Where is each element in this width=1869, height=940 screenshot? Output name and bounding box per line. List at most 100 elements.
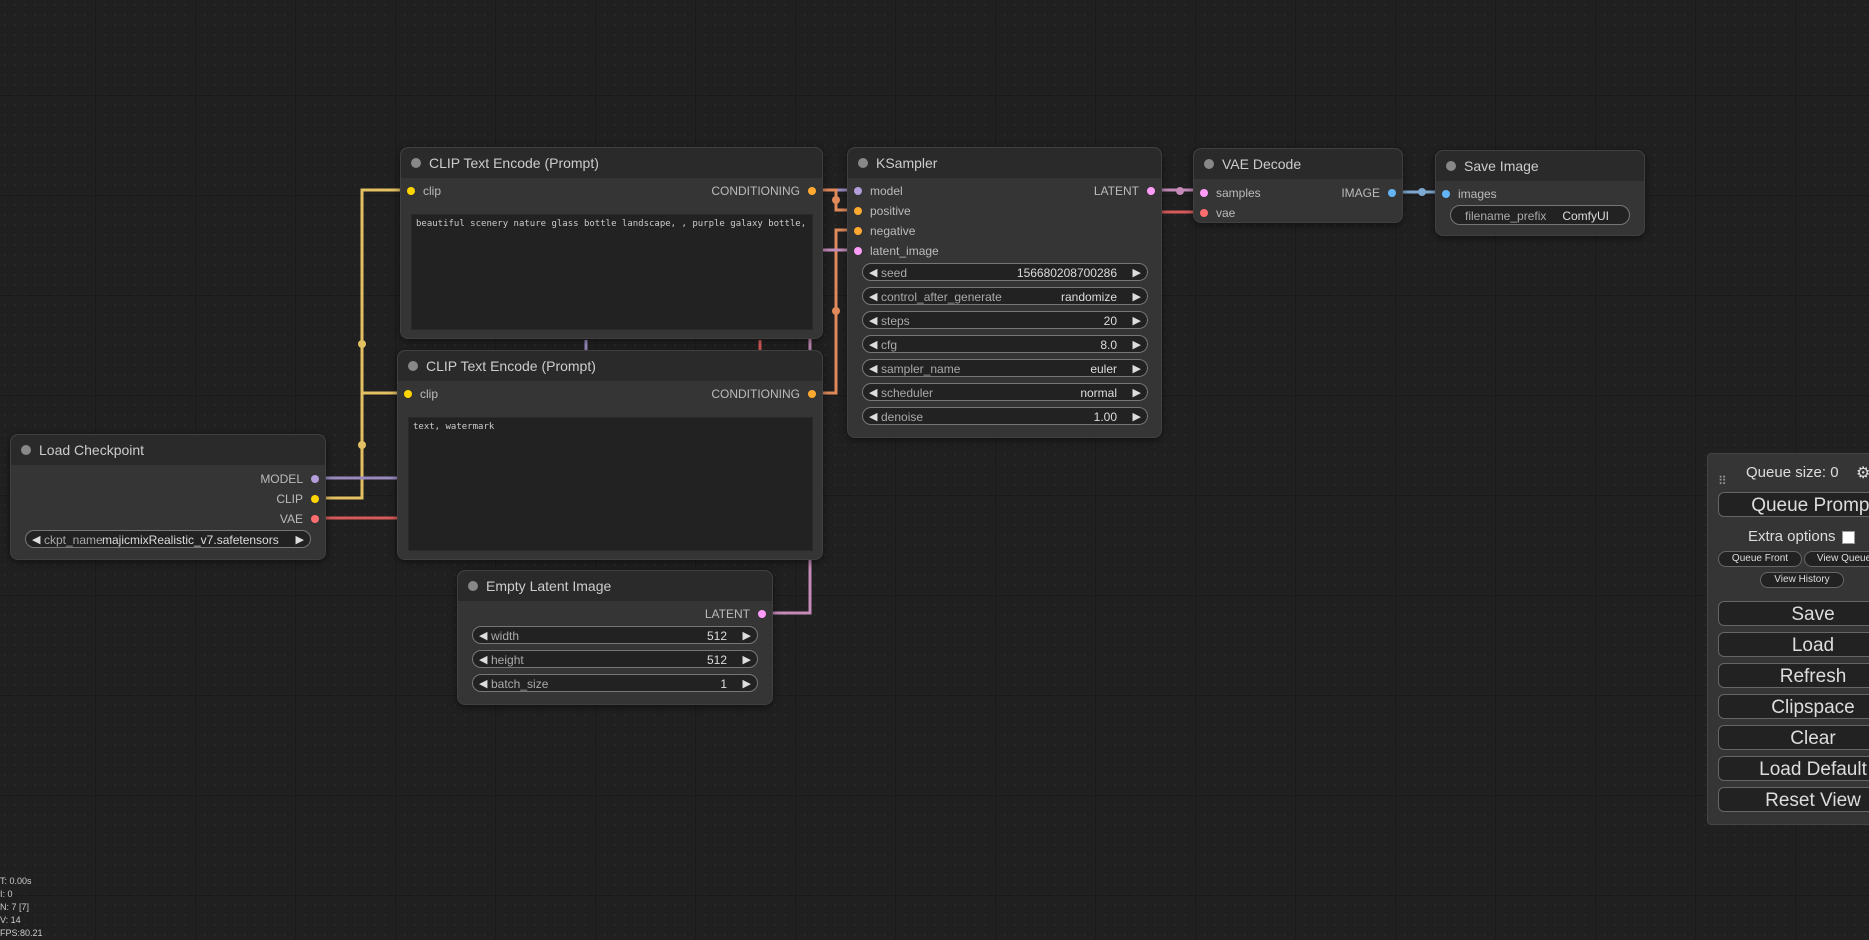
gear-icon[interactable]: ⚙ xyxy=(1856,463,1869,483)
collapse-dot[interactable] xyxy=(411,158,421,168)
input-dot[interactable] xyxy=(854,247,862,255)
widget-scheduler[interactable]: ◀ scheduler normal ▶ xyxy=(862,383,1148,401)
view-queue-button[interactable]: View Queue xyxy=(1804,551,1869,567)
node-title[interactable]: Load Checkpoint xyxy=(11,435,325,465)
node-save-image[interactable]: Save Image images filename_prefix ComfyUI xyxy=(1435,150,1645,236)
load-default-button[interactable]: Load Default xyxy=(1718,756,1869,781)
input-negative[interactable]: negative xyxy=(854,224,915,238)
node-title[interactable]: CLIP Text Encode (Prompt) xyxy=(401,148,822,178)
input-dot[interactable] xyxy=(407,187,415,195)
output-dot[interactable] xyxy=(311,515,319,523)
collapse-dot[interactable] xyxy=(21,445,31,455)
save-button[interactable]: Save xyxy=(1718,601,1869,626)
input-model[interactable]: model xyxy=(854,184,903,198)
output-clip[interactable]: CLIP xyxy=(276,492,319,506)
increment-arrow-icon[interactable]: ▶ xyxy=(743,627,751,643)
input-dot[interactable] xyxy=(854,207,862,215)
decrement-arrow-icon[interactable]: ◀ xyxy=(869,312,877,328)
node-title[interactable]: CLIP Text Encode (Prompt) xyxy=(398,351,822,381)
output-conditioning[interactable]: CONDITIONING xyxy=(711,387,816,401)
output-dot[interactable] xyxy=(808,187,816,195)
widget-sampler-name[interactable]: ◀ sampler_name euler ▶ xyxy=(862,359,1148,377)
input-dot[interactable] xyxy=(1200,209,1208,217)
output-model[interactable]: MODEL xyxy=(260,472,319,486)
reset-view-button[interactable]: Reset View xyxy=(1718,787,1869,812)
collapse-dot[interactable] xyxy=(858,158,868,168)
widget-filename-prefix[interactable]: filename_prefix ComfyUI xyxy=(1450,205,1630,225)
input-dot[interactable] xyxy=(854,187,862,195)
load-button[interactable]: Load xyxy=(1718,632,1869,657)
increment-arrow-icon[interactable]: ▶ xyxy=(1133,264,1141,280)
increment-arrow-icon[interactable]: ▶ xyxy=(1133,360,1141,376)
increment-arrow-icon[interactable]: ▶ xyxy=(296,531,304,547)
collapse-dot[interactable] xyxy=(408,361,418,371)
decrement-arrow-icon[interactable]: ◀ xyxy=(869,264,877,280)
collapse-dot[interactable] xyxy=(1446,161,1456,171)
decrement-arrow-icon[interactable]: ◀ xyxy=(869,384,877,400)
input-dot[interactable] xyxy=(854,227,862,235)
queue-prompt-button[interactable]: Queue Prompt xyxy=(1718,492,1869,517)
node-vae-decode[interactable]: VAE Decode samples vae IMAGE xyxy=(1193,148,1403,223)
input-dot[interactable] xyxy=(1200,189,1208,197)
decrement-arrow-icon[interactable]: ◀ xyxy=(869,408,877,424)
output-conditioning[interactable]: CONDITIONING xyxy=(711,184,816,198)
decrement-arrow-icon[interactable]: ◀ xyxy=(869,288,877,304)
node-ksampler[interactable]: KSampler model positive negative latent_… xyxy=(847,147,1162,438)
queue-front-button[interactable]: Queue Front xyxy=(1718,551,1802,567)
output-dot[interactable] xyxy=(758,610,766,618)
decrement-arrow-icon[interactable]: ◀ xyxy=(479,651,487,667)
input-samples[interactable]: samples xyxy=(1200,186,1261,200)
node-title[interactable]: Save Image xyxy=(1436,151,1644,181)
output-vae[interactable]: VAE xyxy=(280,512,319,526)
node-title[interactable]: VAE Decode xyxy=(1194,149,1402,179)
widget-width[interactable]: ◀ width 512 ▶ xyxy=(472,626,758,644)
output-latent[interactable]: LATENT xyxy=(705,607,766,621)
decrement-arrow-icon[interactable]: ◀ xyxy=(869,336,877,352)
widget-ckpt-name[interactable]: ◀ ckpt_name majicmixRealistic_v7.safetenso… xyxy=(25,530,311,548)
increment-arrow-icon[interactable]: ▶ xyxy=(1133,336,1141,352)
collapse-dot[interactable] xyxy=(468,581,478,591)
node-load-checkpoint[interactable]: Load Checkpoint MODEL CLIP VAE ◀ ckpt_nam… xyxy=(10,434,326,560)
prompt-textarea[interactable]: text, watermark xyxy=(408,417,813,551)
refresh-button[interactable]: Refresh xyxy=(1718,663,1869,688)
widget-control-after-generate[interactable]: ◀ control_after_generate randomize ▶ xyxy=(862,287,1148,305)
input-clip[interactable]: clip xyxy=(407,184,441,198)
widget-denoise[interactable]: ◀ denoise 1.00 ▶ xyxy=(862,407,1148,425)
clipspace-button[interactable]: Clipspace xyxy=(1718,694,1869,719)
input-latent-image[interactable]: latent_image xyxy=(854,244,939,258)
increment-arrow-icon[interactable]: ▶ xyxy=(1133,408,1141,424)
widget-height[interactable]: ◀ height 512 ▶ xyxy=(472,650,758,668)
output-dot[interactable] xyxy=(311,495,319,503)
node-title[interactable]: Empty Latent Image xyxy=(458,571,772,601)
node-clip-text-encode-positive[interactable]: CLIP Text Encode (Prompt) clip CONDITION… xyxy=(400,147,823,339)
input-clip[interactable]: clip xyxy=(404,387,438,401)
widget-steps[interactable]: ◀ steps 20 ▶ xyxy=(862,311,1148,329)
input-positive[interactable]: positive xyxy=(854,204,911,218)
input-dot[interactable] xyxy=(1442,190,1450,198)
widget-cfg[interactable]: ◀ cfg 8.0 ▶ xyxy=(862,335,1148,353)
prompt-textarea[interactable]: beautiful scenery nature glass bottle la… xyxy=(411,214,813,330)
output-latent[interactable]: LATENT xyxy=(1094,184,1155,198)
increment-arrow-icon[interactable]: ▶ xyxy=(1133,288,1141,304)
increment-arrow-icon[interactable]: ▶ xyxy=(1133,384,1141,400)
input-vae[interactable]: vae xyxy=(1200,206,1235,220)
decrement-arrow-icon[interactable]: ◀ xyxy=(32,531,40,547)
output-dot[interactable] xyxy=(808,390,816,398)
widget-seed[interactable]: ◀ seed 156680208700286 ▶ xyxy=(862,263,1148,281)
drag-handle-icon[interactable]: ⠿ xyxy=(1718,474,1727,488)
input-dot[interactable] xyxy=(404,390,412,398)
collapse-dot[interactable] xyxy=(1204,159,1214,169)
view-history-button[interactable]: View History xyxy=(1760,572,1844,588)
node-clip-text-encode-negative[interactable]: CLIP Text Encode (Prompt) clip CONDITION… xyxy=(397,350,823,560)
output-dot[interactable] xyxy=(311,475,319,483)
decrement-arrow-icon[interactable]: ◀ xyxy=(869,360,877,376)
clear-button[interactable]: Clear xyxy=(1718,725,1869,750)
output-dot[interactable] xyxy=(1388,189,1396,197)
extra-options-checkbox[interactable] xyxy=(1841,530,1855,544)
widget-batch-size[interactable]: ◀ batch_size 1 ▶ xyxy=(472,674,758,692)
increment-arrow-icon[interactable]: ▶ xyxy=(743,651,751,667)
decrement-arrow-icon[interactable]: ◀ xyxy=(479,627,487,643)
input-images[interactable]: images xyxy=(1442,187,1497,201)
output-image[interactable]: IMAGE xyxy=(1341,186,1396,200)
decrement-arrow-icon[interactable]: ◀ xyxy=(479,675,487,691)
